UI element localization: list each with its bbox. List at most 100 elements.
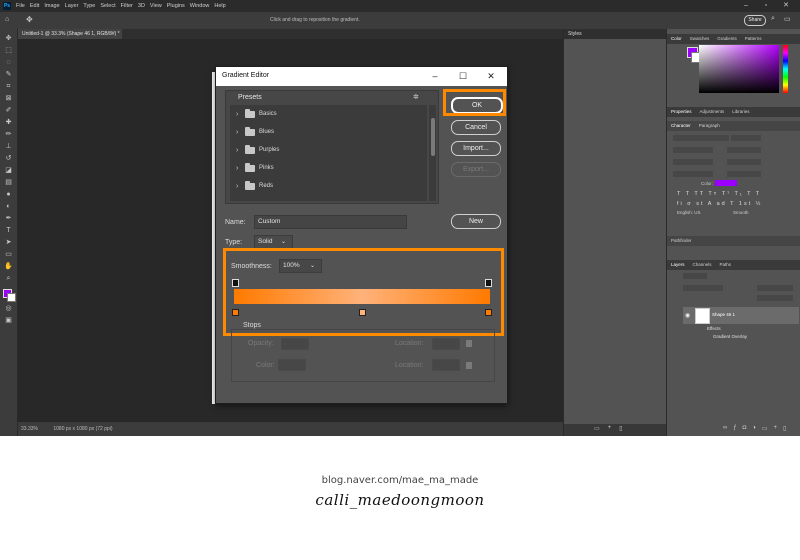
shape-icon[interactable]: ▭ — [4, 251, 13, 258]
color-input[interactable] — [278, 359, 306, 371]
opacity-location-input[interactable] — [432, 338, 460, 350]
background-color-swatch[interactable] — [7, 293, 16, 302]
opacity-stop-right[interactable] — [485, 279, 492, 287]
healing-icon[interactable]: ✚ — [4, 119, 13, 126]
menu-help[interactable]: Help — [214, 3, 225, 9]
path-select-icon[interactable]: ➤ — [4, 239, 13, 246]
layer-name[interactable]: Shape 46 1 — [712, 312, 735, 317]
frame-icon[interactable]: ⊠ — [4, 95, 13, 102]
language-select[interactable]: English: US — [677, 210, 701, 215]
type-select[interactable]: Solid ⌄ — [254, 235, 293, 249]
minimize-icon[interactable]: – — [428, 70, 442, 82]
layer-filter-field[interactable] — [683, 273, 707, 279]
menu-3d[interactable]: 3D — [138, 3, 145, 9]
dodge-icon[interactable]: ◐ — [4, 203, 13, 210]
preset-folder-blues[interactable]: › Blues — [236, 125, 274, 139]
crop-icon[interactable]: ⌗ — [4, 83, 13, 90]
color-location-input[interactable] — [432, 359, 460, 371]
antialias-select[interactable]: Smooth — [733, 210, 749, 215]
eyedropper-icon[interactable]: ✐ — [4, 107, 13, 114]
tab-paragraph[interactable]: Paragraph — [699, 123, 720, 128]
menu-view[interactable]: View — [150, 3, 162, 9]
mask-icon[interactable]: ◘ — [743, 425, 747, 432]
styles-tab[interactable]: Styles — [568, 31, 582, 37]
history-brush-icon[interactable]: ↺ — [4, 155, 13, 162]
tab-pathfinder[interactable]: Pathfinder — [671, 238, 692, 243]
folder-icon[interactable]: ▭ — [594, 425, 600, 432]
marquee-icon[interactable]: ⬚ — [4, 47, 13, 54]
horizontal-scale-field[interactable] — [727, 171, 761, 177]
fx-icon[interactable]: ƒ — [733, 425, 736, 432]
share-button[interactable]: Share — [744, 15, 766, 26]
zoom-icon[interactable]: ⌕ — [4, 275, 13, 282]
brush-icon[interactable]: ✏ — [4, 131, 13, 138]
opentype-buttons[interactable]: fi σ st A ad T 1st ½ — [677, 201, 762, 207]
blend-mode-select[interactable] — [683, 285, 723, 291]
blur-icon[interactable]: ● — [4, 191, 13, 198]
tab-libraries[interactable]: Libraries — [732, 109, 749, 114]
tab-patterns[interactable]: Patterns — [745, 36, 762, 41]
vertical-scale-field[interactable] — [673, 171, 713, 177]
kerning-field[interactable] — [673, 159, 713, 165]
char-color-swatch[interactable] — [715, 180, 737, 186]
effects-label[interactable]: Effects — [707, 326, 721, 331]
menu-plugins[interactable]: Plugins — [167, 3, 185, 9]
adjustment-icon[interactable]: ◑ — [752, 425, 756, 432]
opacity-stop-left[interactable] — [232, 279, 239, 287]
gear-icon[interactable]: ✲ — [413, 93, 419, 101]
eraser-icon[interactable]: ◪ — [4, 167, 13, 174]
delete-color-stop-icon[interactable] — [466, 362, 472, 369]
menu-image[interactable]: Image — [44, 3, 59, 9]
menu-edit[interactable]: Edit — [30, 3, 39, 9]
smoothness-select[interactable]: 100% ⌄ — [279, 259, 322, 273]
tab-color[interactable]: Color — [671, 36, 682, 41]
maximize-icon[interactable]: ☐ — [456, 70, 470, 82]
new-layer-icon[interactable]: + — [774, 425, 778, 432]
tab-layers[interactable]: Layers — [671, 262, 685, 267]
lasso-icon[interactable]: ◌ — [4, 59, 13, 66]
quick-select-icon[interactable]: ✎ — [4, 71, 13, 78]
presets-label[interactable]: Presets — [238, 94, 262, 101]
color-picker-field[interactable] — [699, 45, 779, 93]
trash-icon[interactable]: ▯ — [619, 425, 622, 432]
delete-layer-icon[interactable]: ▯ — [783, 425, 786, 432]
font-style-field[interactable] — [731, 135, 761, 141]
preset-folder-purples[interactable]: › Purples — [236, 143, 279, 157]
type-icon[interactable]: T — [4, 227, 13, 234]
add-icon[interactable]: + — [608, 425, 612, 432]
tab-paths[interactable]: Paths — [720, 262, 732, 267]
menu-select[interactable]: Select — [100, 3, 115, 9]
tab-gradients[interactable]: Gradients — [717, 36, 737, 41]
gradient-bar[interactable] — [234, 289, 490, 304]
opacity-input[interactable] — [281, 338, 309, 350]
menu-window[interactable]: Window — [190, 3, 210, 9]
tab-channels[interactable]: Channels — [693, 262, 712, 267]
opacity-field[interactable] — [757, 285, 793, 291]
fill-field[interactable] — [757, 295, 793, 301]
close-icon[interactable]: ✕ — [484, 70, 498, 82]
menu-file[interactable]: File — [16, 3, 25, 9]
import-button[interactable]: Import... — [451, 141, 501, 156]
new-button[interactable]: New — [451, 214, 501, 229]
close-window-icon[interactable]: ✕ — [776, 0, 796, 12]
quick-mask-icon[interactable]: ◎ — [4, 305, 13, 312]
screen-mode-icon[interactable]: ▣ — [4, 317, 13, 324]
text-style-buttons[interactable]: T T TT Tт T¹ T₁ T T — [677, 191, 761, 197]
effect-item[interactable]: Gradient Overlay — [713, 334, 747, 339]
preset-list-scroll-thumb[interactable] — [431, 118, 435, 156]
delete-opacity-stop-icon[interactable] — [466, 340, 472, 347]
menu-layer[interactable]: Layer — [65, 3, 79, 9]
move-tool-icon[interactable]: ✥ — [26, 15, 33, 24]
gradient-icon[interactable]: ▤ — [4, 179, 13, 186]
search-icon[interactable]: ⌕ — [771, 15, 775, 23]
menu-filter[interactable]: Filter — [121, 3, 133, 9]
cancel-button[interactable]: Cancel — [451, 120, 501, 135]
color-stop-left[interactable] — [232, 309, 239, 316]
hand-icon[interactable]: ✋ — [4, 263, 13, 270]
color-stop-middle[interactable] — [359, 309, 366, 316]
preset-folder-pinks[interactable]: › Pinks — [236, 161, 274, 175]
pen-icon[interactable]: ✒ — [4, 215, 13, 222]
zoom-status[interactable]: 33.33% — [21, 426, 38, 432]
maximize-window-icon[interactable]: ▫ — [756, 0, 776, 12]
font-size-field[interactable] — [673, 147, 713, 153]
